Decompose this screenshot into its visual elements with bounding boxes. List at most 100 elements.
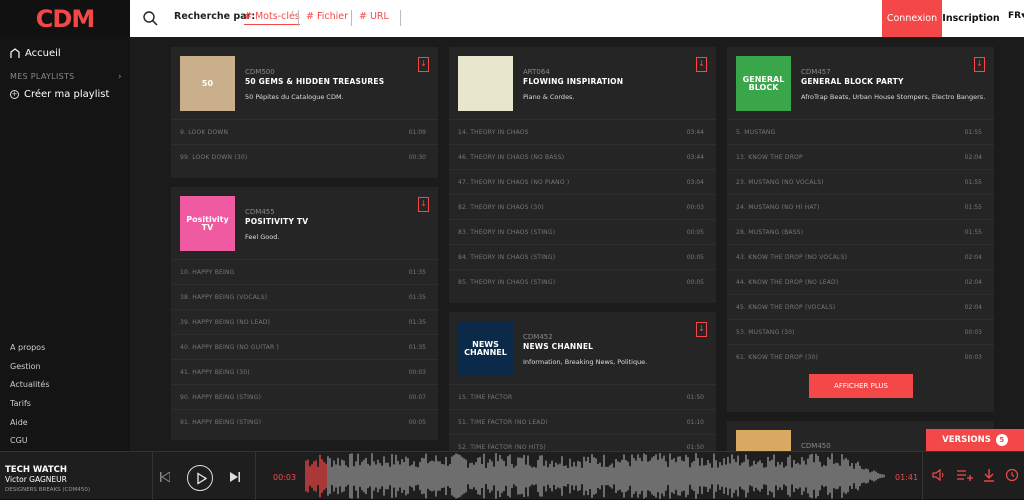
album-title[interactable]: FLOWING INSPIRATION (523, 77, 623, 86)
versions-label: VERSIONS (942, 435, 991, 445)
album-cover[interactable]: NEWS CHANNEL (458, 321, 513, 376)
filter-url[interactable]: # URL (359, 11, 389, 22)
sidebar-link-about[interactable]: A propos (10, 343, 45, 352)
track-row[interactable]: 44. KNOW THE DROP (NO LEAD) 02:04 (727, 269, 994, 294)
track-row[interactable]: 47. THEORY IN CHAOS (NO PIANO ) 03:04 (449, 169, 716, 194)
album-cover[interactable]: Positivity TV (180, 196, 235, 251)
filter-file[interactable]: # Fichier (306, 11, 348, 22)
album-cover[interactable] (736, 430, 791, 451)
track-row[interactable]: 45. KNOW THE DROP (VOCALS) 02:04 (727, 294, 994, 319)
track-row[interactable]: 85. THEORY IN CHAOS (STING) 00:05 (449, 269, 716, 294)
album-cover[interactable]: 50 (180, 56, 235, 111)
play-button[interactable] (187, 465, 213, 491)
album-code: CDM452 (523, 333, 553, 341)
chevron-right-icon[interactable]: › (118, 72, 122, 82)
sidebar-item-home[interactable]: Accueil (10, 48, 61, 59)
track-row[interactable]: 38. HAPPY BEING (VOCALS) 01:35 (171, 284, 438, 309)
track-row[interactable]: 15. TIME FACTOR 01:50 (449, 384, 716, 409)
sidebar-link-management[interactable]: Gestion (10, 362, 41, 371)
sidebar-link-help[interactable]: Aide (10, 418, 28, 427)
track-duration: 02:04 (964, 254, 982, 261)
album-description: Piano & Cordes. (523, 93, 575, 101)
track-row[interactable]: 14. THEORY IN CHAOS 03:44 (449, 119, 716, 144)
track-name: 9. LOOK DOWN (180, 129, 229, 136)
album-cover[interactable] (458, 56, 513, 111)
track-row[interactable]: 9. LOOK DOWN 01:09 (171, 119, 438, 144)
track-duration: 03:44 (686, 154, 704, 161)
create-playlist-button[interactable]: + Créer ma playlist (10, 89, 109, 100)
track-name: 53. MUSTANG (30) (736, 329, 795, 336)
volume-icon[interactable] (932, 468, 946, 482)
track-duration: 01:10 (686, 419, 704, 426)
track-row[interactable]: 84. THEORY IN CHAOS (STING) 00:05 (449, 244, 716, 269)
track-row[interactable]: 43. KNOW THE DROP (NO VOCALS) 02:04 (727, 244, 994, 269)
album-cover-label: NEWS CHANNEL (464, 339, 507, 357)
playlists-heading[interactable]: MES PLAYLISTS (10, 72, 75, 81)
track-row[interactable]: 99. LOOK DOWN (30) 00:30 (171, 144, 438, 169)
download-album-icon[interactable]: ↓ (974, 57, 985, 72)
track-name: 52. TIME FACTOR (NO HITS) (458, 444, 546, 451)
waveform[interactable] (305, 452, 886, 500)
track-duration: 01:55 (964, 204, 982, 211)
download-album-icon[interactable]: ↓ (696, 57, 707, 72)
history-icon[interactable] (1005, 468, 1019, 482)
album-title[interactable]: POSITIVITY TV (245, 217, 308, 226)
previous-icon[interactable] (160, 472, 170, 482)
album-card: 50 CDM500 50 GEMS & HIDDEN TREASURES 50 … (171, 47, 438, 178)
track-row[interactable]: 5. MUSTANG 01:55 (727, 119, 994, 144)
track-row[interactable]: 53. MUSTANG (30) 00:03 (727, 319, 994, 344)
track-row[interactable]: 39. HAPPY BEING (NO LEAD) 01:35 (171, 309, 438, 334)
track-row[interactable]: 10. HAPPY BEING 01:35 (171, 259, 438, 284)
album-code: CDM455 (245, 208, 275, 216)
album-title[interactable]: GENERAL BLOCK PARTY (801, 77, 904, 86)
next-icon[interactable] (230, 472, 240, 482)
add-to-playlist-icon[interactable] (956, 468, 974, 482)
filter-keywords[interactable]: # Mots-clés (244, 11, 300, 25)
sidebar-link-news[interactable]: Actualités (10, 380, 50, 389)
album-description: Feel Good. (245, 233, 280, 241)
track-row[interactable]: 46. THEORY IN CHAOS (NO BASS) 03:44 (449, 144, 716, 169)
download-album-icon[interactable]: ↓ (418, 57, 429, 72)
track-name: 84. THEORY IN CHAOS (STING) (458, 254, 556, 261)
track-duration: 01:55 (964, 179, 982, 186)
track-row[interactable]: 24. MUSTANG (NO HI HAT) 01:55 (727, 194, 994, 219)
versions-button[interactable]: VERSIONS 5 (926, 429, 1024, 451)
login-button[interactable]: Connexion (882, 0, 942, 37)
language-selector[interactable]: FR▾ (1008, 11, 1024, 21)
track-duration: 00:03 (686, 204, 704, 211)
track-row[interactable]: 23. MUSTANG (NO VOCALS) 01:55 (727, 169, 994, 194)
logo[interactable]: CDM (0, 0, 130, 37)
album-description: 50 Pépites du Catalogue CDM. (245, 93, 344, 101)
signup-button[interactable]: Inscription (942, 0, 1000, 37)
track-row[interactable]: 91. HAPPY BEING (STING) 00:05 (171, 409, 438, 434)
sidebar-link-pricing[interactable]: Tarifs (10, 399, 31, 408)
track-row[interactable]: 61. KNOW THE DROP (30) 00:03 (727, 344, 994, 369)
track-duration: 02:04 (964, 279, 982, 286)
track-row[interactable]: 41. HAPPY BEING (30) 00:03 (171, 359, 438, 384)
divider (351, 10, 352, 26)
search-icon[interactable] (142, 10, 159, 27)
track-row[interactable]: 13. KNOW THE DROP 02:04 (727, 144, 994, 169)
download-icon[interactable] (982, 468, 996, 482)
track-name: 44. KNOW THE DROP (NO LEAD) (736, 279, 839, 286)
album-card: NEWS CHANNEL CDM452 NEWS CHANNEL Informa… (449, 312, 716, 451)
album-card: ART064 FLOWING INSPIRATION Piano & Corde… (449, 47, 716, 303)
download-album-icon[interactable]: ↓ (418, 197, 429, 212)
track-name: 82. THEORY IN CHAOS (30) (458, 204, 544, 211)
track-row[interactable]: 51. TIME FACTOR (NO LEAD) 01:10 (449, 409, 716, 434)
track-row[interactable]: 83. THEORY IN CHAOS (STING) 00:05 (449, 219, 716, 244)
track-row[interactable]: 28. MUSTANG (BASS) 01:55 (727, 219, 994, 244)
show-more-button[interactable]: AFFICHER PLUS (809, 374, 913, 398)
album-title[interactable]: NEWS CHANNEL (523, 342, 593, 351)
download-album-icon[interactable]: ↓ (696, 322, 707, 337)
album-cover[interactable]: GENERAL BLOCK (736, 56, 791, 111)
album-title[interactable]: 50 GEMS & HIDDEN TREASURES (245, 77, 384, 86)
track-name: 15. TIME FACTOR (458, 394, 513, 401)
track-row[interactable]: 40. HAPPY BEING (NO GUITAR ) 01:35 (171, 334, 438, 359)
track-row[interactable]: 90. HAPPY BEING (STING) 00:07 (171, 384, 438, 409)
sidebar-link-terms[interactable]: CGU (10, 436, 28, 445)
track-row[interactable]: 52. TIME FACTOR (NO HITS) 01:50 (449, 434, 716, 451)
track-duration: 01:09 (408, 129, 426, 136)
track-duration: 00:05 (686, 229, 704, 236)
track-row[interactable]: 82. THEORY IN CHAOS (30) 00:03 (449, 194, 716, 219)
